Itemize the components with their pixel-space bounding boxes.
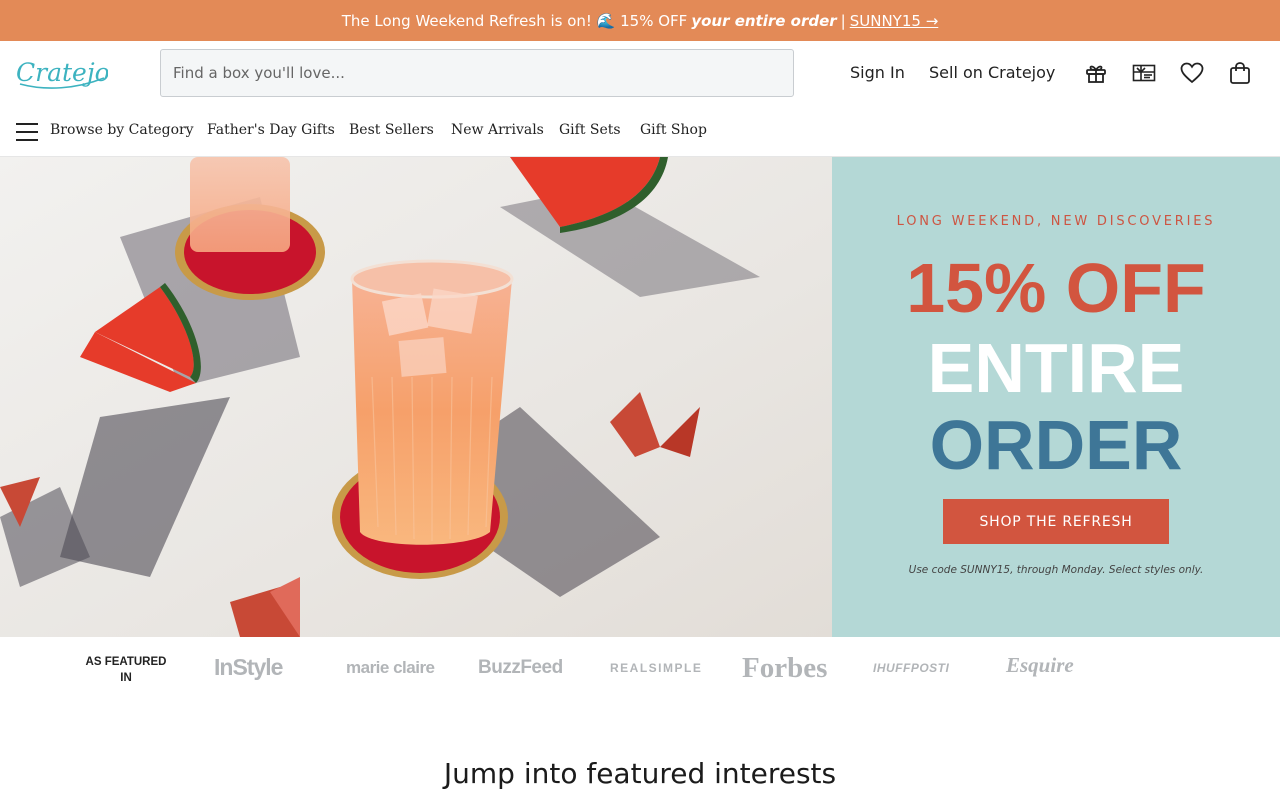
brand-esquire-logo: Esquire (1006, 653, 1074, 677)
promo-code-link[interactable]: SUNNY15 → (850, 12, 939, 30)
hero-headline-line2: ENTIRE (927, 329, 1185, 407)
gift-card-icon[interactable] (1132, 61, 1156, 85)
brand-huffpost-logo: IHUFFPOSTI (873, 661, 950, 675)
promo-separator: | (840, 11, 846, 30)
nav-new-arrivals[interactable]: New Arrivals (451, 122, 544, 138)
featured-in-strip: AS FEATURED IN InStyle marie claire Buzz… (0, 637, 1280, 707)
search-box[interactable] (160, 49, 794, 97)
heart-icon[interactable] (1180, 61, 1204, 85)
featured-interests-heading: Jump into featured interests (443, 757, 837, 790)
nav-browse-by-category[interactable]: Browse by Category (50, 122, 194, 138)
site-header: Cratejoy Sign In Sell on Cratejoy (0, 41, 1280, 106)
brand-instyle-logo: InStyle (214, 654, 283, 680)
search-input[interactable] (161, 50, 793, 96)
hero-headline-line1: 15% OFF (906, 249, 1206, 327)
nav-gift-shop[interactable]: Gift Shop (640, 122, 707, 138)
hamburger-menu-icon[interactable] (16, 123, 38, 141)
promo-panel: LONG WEEKEND, NEW DISCOVERIES 15% OFF EN… (832, 157, 1280, 637)
hero-banner: LONG WEEKEND, NEW DISCOVERIES 15% OFF EN… (0, 157, 1280, 637)
brand-buzzfeed-logo: BuzzFeed (478, 657, 563, 678)
svg-text:Cratejoy: Cratejoy (16, 58, 108, 87)
brand-real-simple-logo: REALSIMPLE (610, 661, 703, 675)
sign-in-link[interactable]: Sign In (850, 63, 905, 82)
logo-wordmark: Cratejoy (16, 58, 125, 89)
promo-text: The Long Weekend Refresh is on! 🌊 15% OF… (341, 11, 688, 30)
promo-banner[interactable]: The Long Weekend Refresh is on! 🌊 15% OF… (0, 0, 1280, 41)
brand-forbes-logo: Forbes (742, 652, 828, 684)
sell-on-cratejoy-link[interactable]: Sell on Cratejoy (929, 63, 1055, 82)
promo-emphasis: your entire order (691, 11, 837, 30)
hero-headline-line3: ORDER (929, 406, 1183, 484)
nav-gift-sets[interactable]: Gift Sets (559, 122, 621, 138)
category-nav: Browse by Category Father's Day Gifts Be… (0, 106, 1280, 157)
hero-eyebrow: LONG WEEKEND, NEW DISCOVERIES (896, 214, 1216, 229)
hero-fine-print: Use code SUNNY15, through Monday. Select… (908, 564, 1204, 576)
nav-fathers-day-gifts[interactable]: Father's Day Gifts (207, 122, 335, 138)
shopping-bag-icon[interactable] (1228, 61, 1252, 85)
shop-the-refresh-button[interactable]: SHOP THE REFRESH (943, 499, 1169, 544)
nav-best-sellers[interactable]: Best Sellers (349, 122, 434, 138)
gift-icon[interactable] (1084, 61, 1108, 85)
cratejoy-logo[interactable]: Cratejoy (16, 55, 125, 95)
brand-marie-claire-logo: marie claire (346, 658, 435, 677)
featured-label: AS FEATURED IN (85, 656, 167, 684)
hero-image[interactable] (0, 157, 832, 637)
